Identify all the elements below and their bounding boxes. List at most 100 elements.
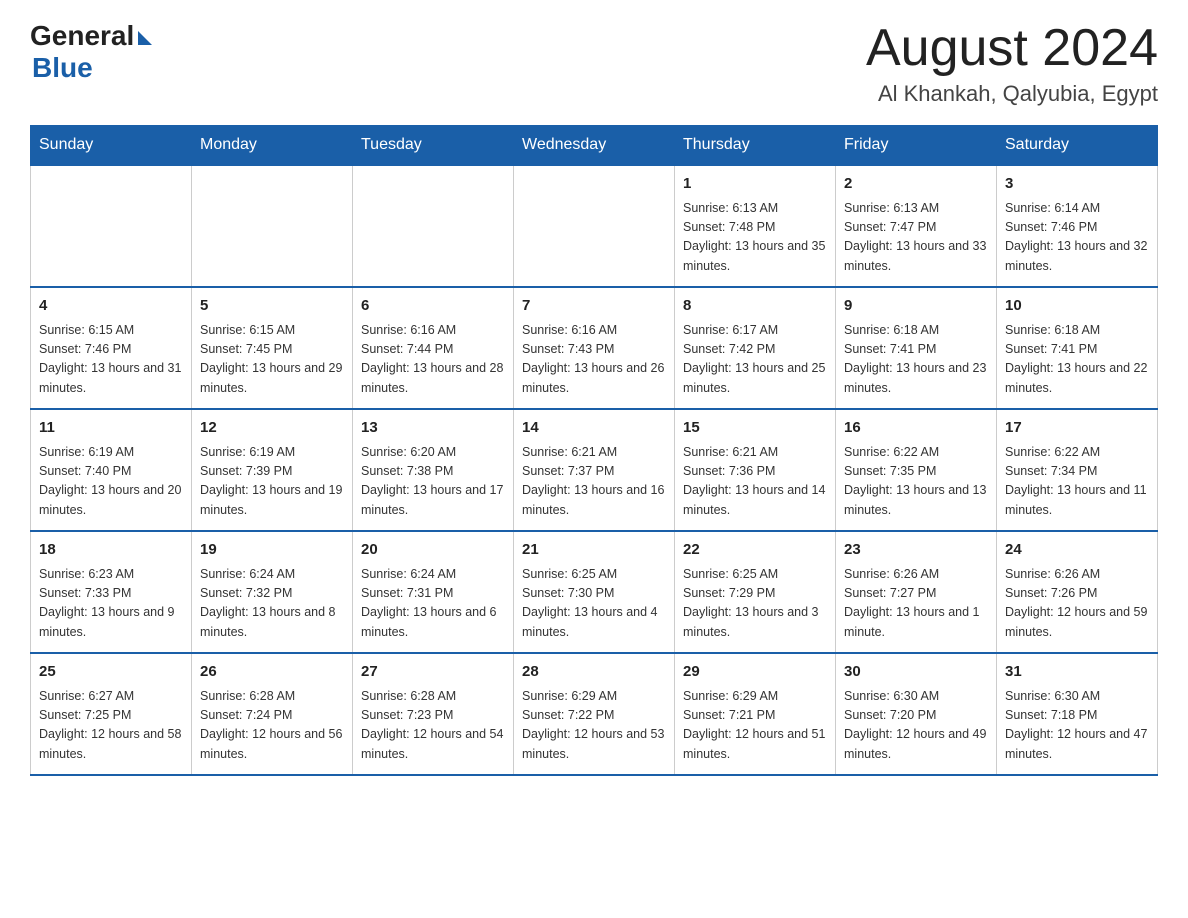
day-number: 2 — [844, 173, 988, 196]
day-info: Sunrise: 6:19 AMSunset: 7:40 PMDaylight:… — [39, 443, 183, 521]
day-info: Sunrise: 6:28 AMSunset: 7:24 PMDaylight:… — [200, 687, 344, 765]
calendar-cell: 1 Sunrise: 6:13 AMSunset: 7:48 PMDaylight… — [675, 165, 836, 287]
weekday-header-wednesday: Wednesday — [514, 126, 675, 166]
day-info: Sunrise: 6:22 AMSunset: 7:34 PMDaylight:… — [1005, 443, 1149, 521]
calendar-cell: 11 Sunrise: 6:19 AMSunset: 7:40 PMDayligh… — [31, 409, 192, 531]
day-info: Sunrise: 6:24 AMSunset: 7:32 PMDaylight:… — [200, 565, 344, 643]
calendar-cell: 28Sunrise: 6:29 AMSunset: 7:22 PMDayligh… — [514, 653, 675, 775]
day-info: Sunrise: 6:25 AMSunset: 7:30 PMDaylight:… — [522, 565, 666, 643]
calendar-cell: 9 Sunrise: 6:18 AMSunset: 7:41 PMDaylight… — [836, 287, 997, 409]
day-number: 23 — [844, 539, 988, 562]
day-number: 17 — [1005, 417, 1149, 440]
month-year-title: August 2024 — [866, 20, 1158, 77]
logo-arrow-icon — [138, 31, 152, 45]
logo-blue-text: Blue — [32, 52, 93, 84]
calendar-week-row: 4 Sunrise: 6:15 AMSunset: 7:46 PMDaylight… — [31, 287, 1158, 409]
day-info: Sunrise: 6:13 AMSunset: 7:48 PMDaylight:… — [683, 199, 827, 277]
calendar-cell: 17 Sunrise: 6:22 AMSunset: 7:34 PMDayligh… — [997, 409, 1158, 531]
day-info: Sunrise: 6:21 AMSunset: 7:36 PMDaylight:… — [683, 443, 827, 521]
calendar-cell: 19 Sunrise: 6:24 AMSunset: 7:32 PMDayligh… — [192, 531, 353, 653]
day-number: 30 — [844, 661, 988, 684]
calendar-cell — [353, 165, 514, 287]
calendar-cell: 8 Sunrise: 6:17 AMSunset: 7:42 PMDaylight… — [675, 287, 836, 409]
calendar-cell — [31, 165, 192, 287]
day-number: 12 — [200, 417, 344, 440]
day-info: Sunrise: 6:19 AMSunset: 7:39 PMDaylight:… — [200, 443, 344, 521]
weekday-header-friday: Friday — [836, 126, 997, 166]
day-info: Sunrise: 6:28 AMSunset: 7:23 PMDaylight:… — [361, 687, 505, 765]
calendar-cell: 12 Sunrise: 6:19 AMSunset: 7:39 PMDayligh… — [192, 409, 353, 531]
calendar-cell: 16Sunrise: 6:22 AMSunset: 7:35 PMDayligh… — [836, 409, 997, 531]
weekday-header-row: SundayMondayTuesdayWednesdayThursdayFrid… — [31, 126, 1158, 166]
day-info: Sunrise: 6:15 AMSunset: 7:46 PMDaylight:… — [39, 321, 183, 399]
location-subtitle: Al Khankah, Qalyubia, Egypt — [866, 81, 1158, 107]
calendar-cell: 27 Sunrise: 6:28 AMSunset: 7:23 PMDayligh… — [353, 653, 514, 775]
calendar-cell — [192, 165, 353, 287]
day-number: 4 — [39, 295, 183, 318]
day-info: Sunrise: 6:18 AMSunset: 7:41 PMDaylight:… — [1005, 321, 1149, 399]
calendar-cell: 2Sunrise: 6:13 AMSunset: 7:47 PMDaylight… — [836, 165, 997, 287]
day-info: Sunrise: 6:20 AMSunset: 7:38 PMDaylight:… — [361, 443, 505, 521]
calendar-cell: 25 Sunrise: 6:27 AMSunset: 7:25 PMDayligh… — [31, 653, 192, 775]
calendar-cell: 22 Sunrise: 6:25 AMSunset: 7:29 PMDayligh… — [675, 531, 836, 653]
day-number: 9 — [844, 295, 988, 318]
day-number: 27 — [361, 661, 505, 684]
day-number: 15 — [683, 417, 827, 440]
logo-general-text: General — [30, 20, 134, 52]
day-info: Sunrise: 6:24 AMSunset: 7:31 PMDaylight:… — [361, 565, 505, 643]
day-number: 14 — [522, 417, 666, 440]
day-number: 24 — [1005, 539, 1149, 562]
day-info: Sunrise: 6:21 AMSunset: 7:37 PMDaylight:… — [522, 443, 666, 521]
calendar-cell — [514, 165, 675, 287]
day-number: 11 — [39, 417, 183, 440]
calendar-cell: 26Sunrise: 6:28 AMSunset: 7:24 PMDayligh… — [192, 653, 353, 775]
calendar-cell: 30 Sunrise: 6:30 AMSunset: 7:20 PMDayligh… — [836, 653, 997, 775]
day-number: 19 — [200, 539, 344, 562]
day-number: 10 — [1005, 295, 1149, 318]
weekday-header-thursday: Thursday — [675, 126, 836, 166]
day-info: Sunrise: 6:27 AMSunset: 7:25 PMDaylight:… — [39, 687, 183, 765]
calendar-cell: 10 Sunrise: 6:18 AMSunset: 7:41 PMDayligh… — [997, 287, 1158, 409]
day-info: Sunrise: 6:26 AMSunset: 7:27 PMDaylight:… — [844, 565, 988, 643]
day-number: 5 — [200, 295, 344, 318]
day-info: Sunrise: 6:29 AMSunset: 7:21 PMDaylight:… — [683, 687, 827, 765]
calendar-week-row: 11 Sunrise: 6:19 AMSunset: 7:40 PMDayligh… — [31, 409, 1158, 531]
day-info: Sunrise: 6:25 AMSunset: 7:29 PMDaylight:… — [683, 565, 827, 643]
calendar-cell: 5 Sunrise: 6:15 AMSunset: 7:45 PMDaylight… — [192, 287, 353, 409]
calendar-cell: 23 Sunrise: 6:26 AMSunset: 7:27 PMDayligh… — [836, 531, 997, 653]
calendar-cell: 7Sunrise: 6:16 AMSunset: 7:43 PMDaylight… — [514, 287, 675, 409]
day-number: 3 — [1005, 173, 1149, 196]
day-number: 16 — [844, 417, 988, 440]
calendar-cell: 18Sunrise: 6:23 AMSunset: 7:33 PMDayligh… — [31, 531, 192, 653]
day-number: 25 — [39, 661, 183, 684]
calendar-cell: 3Sunrise: 6:14 AMSunset: 7:46 PMDaylight… — [997, 165, 1158, 287]
day-info: Sunrise: 6:15 AMSunset: 7:45 PMDaylight:… — [200, 321, 344, 399]
calendar-week-row: 1 Sunrise: 6:13 AMSunset: 7:48 PMDaylight… — [31, 165, 1158, 287]
day-number: 31 — [1005, 661, 1149, 684]
weekday-header-saturday: Saturday — [997, 126, 1158, 166]
calendar-cell: 4 Sunrise: 6:15 AMSunset: 7:46 PMDaylight… — [31, 287, 192, 409]
weekday-header-tuesday: Tuesday — [353, 126, 514, 166]
calendar-cell: 29Sunrise: 6:29 AMSunset: 7:21 PMDayligh… — [675, 653, 836, 775]
day-number: 13 — [361, 417, 505, 440]
calendar-cell: 13 Sunrise: 6:20 AMSunset: 7:38 PMDayligh… — [353, 409, 514, 531]
day-number: 20 — [361, 539, 505, 562]
logo: General Blue — [30, 20, 152, 84]
header-right: August 2024 Al Khankah, Qalyubia, Egypt — [866, 20, 1158, 107]
calendar-cell: 6Sunrise: 6:16 AMSunset: 7:44 PMDaylight… — [353, 287, 514, 409]
calendar-cell: 15 Sunrise: 6:21 AMSunset: 7:36 PMDayligh… — [675, 409, 836, 531]
day-info: Sunrise: 6:30 AMSunset: 7:20 PMDaylight:… — [844, 687, 988, 765]
weekday-header-sunday: Sunday — [31, 126, 192, 166]
calendar-week-row: 25 Sunrise: 6:27 AMSunset: 7:25 PMDayligh… — [31, 653, 1158, 775]
day-info: Sunrise: 6:18 AMSunset: 7:41 PMDaylight:… — [844, 321, 988, 399]
day-number: 21 — [522, 539, 666, 562]
day-info: Sunrise: 6:17 AMSunset: 7:42 PMDaylight:… — [683, 321, 827, 399]
day-number: 1 — [683, 173, 827, 196]
day-info: Sunrise: 6:26 AMSunset: 7:26 PMDaylight:… — [1005, 565, 1149, 643]
day-number: 6 — [361, 295, 505, 318]
day-number: 28 — [522, 661, 666, 684]
day-number: 8 — [683, 295, 827, 318]
day-number: 22 — [683, 539, 827, 562]
day-info: Sunrise: 6:16 AMSunset: 7:43 PMDaylight:… — [522, 321, 666, 399]
calendar-cell: 20 Sunrise: 6:24 AMSunset: 7:31 PMDayligh… — [353, 531, 514, 653]
